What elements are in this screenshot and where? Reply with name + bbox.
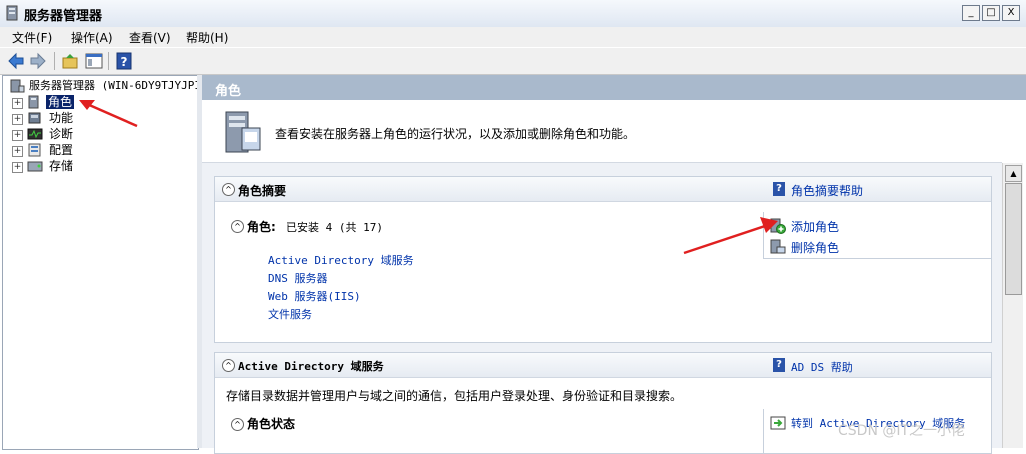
menu-help[interactable]: 帮助(H)	[186, 29, 228, 46]
roles-summary-title: 角色摘要	[238, 184, 287, 198]
collapse-icon[interactable]: ^	[231, 418, 244, 431]
roles-icon	[28, 95, 39, 109]
title-bar: 服务器管理器 _ □ X	[0, 0, 1026, 28]
tree-item-roles-label: 角色	[46, 95, 75, 109]
close-button[interactable]: X	[1002, 5, 1020, 21]
forward-arrow-icon[interactable]	[28, 51, 48, 71]
tree-item-configuration[interactable]: 配置	[49, 142, 73, 158]
annotation-arrow	[79, 100, 138, 128]
show-hide-console-tree-icon[interactable]	[84, 51, 104, 71]
configuration-icon	[28, 143, 41, 157]
role-status-label: 角色状态	[247, 417, 296, 431]
scroll-thumb[interactable]	[1005, 183, 1022, 295]
menu-action[interactable]: 操作(A)	[71, 29, 113, 46]
tree-item-roles[interactable]: 角色	[46, 94, 75, 110]
expand-toggle[interactable]: +	[12, 114, 23, 125]
roles-summary-help-link[interactable]: 角色摘要帮助	[791, 182, 863, 199]
add-role-link[interactable]: 添加角色	[791, 218, 839, 235]
tree-item-diagnostics[interactable]: 诊断	[49, 126, 73, 142]
ad-ds-help-link[interactable]: AD DS 帮助	[791, 359, 853, 375]
vertical-scrollbar[interactable]: ▲	[1002, 163, 1023, 448]
intro-text: 查看安装在服务器上角色的运行状况，以及添加或删除角色和功能。	[275, 127, 636, 141]
up-folder-icon[interactable]	[60, 51, 80, 71]
roles-summary-header: ^ 角色摘要 ? 角色摘要帮助	[215, 177, 991, 202]
menu-view[interactable]: 查看(V)	[129, 29, 171, 46]
help-icon: ?	[773, 182, 785, 196]
scroll-up-arrow-icon[interactable]: ▲	[1005, 165, 1022, 182]
diagnostics-icon	[27, 128, 43, 140]
expand-toggle[interactable]: +	[12, 146, 23, 157]
server-manager-icon	[6, 5, 18, 21]
roles-summary-panel: ^ 角色摘要 ? 角色摘要帮助 ^ 角色: 已安装 4 (共 17) Activ…	[214, 176, 992, 343]
expand-toggle[interactable]: +	[12, 162, 23, 173]
ad-ds-description: 存储目录数据并管理用户与域之间的通信，包括用户登录处理、身份验证和目录搜索。	[226, 389, 683, 403]
role-link[interactable]: DNS 服务器	[268, 270, 328, 286]
expand-toggle[interactable]: +	[12, 130, 23, 141]
help-icon: ?	[773, 358, 785, 372]
role-link[interactable]: 文件服务	[268, 306, 312, 322]
intro-section: 查看安装在服务器上角色的运行状况，以及添加或删除角色和功能。	[202, 100, 1002, 163]
collapse-icon[interactable]: ^	[231, 220, 244, 233]
menu-bar: 文件(F) 操作(A) 查看(V) 帮助(H)	[0, 27, 1026, 47]
roles-actions: 添加角色 删除角色	[763, 212, 991, 259]
maximize-button[interactable]: □	[982, 5, 1000, 21]
storage-icon	[27, 161, 43, 172]
roles-label: 角色:	[247, 220, 276, 234]
content-area: ^ 角色摘要 ? 角色摘要帮助 ^ 角色: 已安装 4 (共 17) Activ…	[202, 163, 1002, 454]
back-arrow-icon[interactable]	[6, 51, 26, 71]
minimize-button[interactable]: _	[962, 5, 980, 21]
results-header: 角色	[202, 75, 1026, 100]
expand-toggle[interactable]: +	[12, 98, 23, 109]
menu-file[interactable]: 文件(F)	[12, 29, 52, 46]
toolbar: ?	[0, 48, 1026, 75]
help-icon[interactable]: ?	[114, 51, 134, 71]
tree-root[interactable]: 服务器管理器 (WIN-6DY9TJYJPI	[29, 78, 198, 94]
tree-item-features[interactable]: 功能	[49, 110, 73, 126]
window-title: 服务器管理器	[24, 9, 103, 24]
watermark: CSDN @IT之一小佬	[838, 423, 966, 439]
role-link[interactable]: Active Directory 域服务	[268, 252, 414, 268]
ad-ds-header: ^ Active Directory 域服务 ? AD DS 帮助	[215, 353, 991, 378]
remove-role-link[interactable]: 删除角色	[791, 239, 839, 256]
console-tree: 服务器管理器 (WIN-6DY9TJYJPI + 角色 + 功能 + 诊断 + …	[2, 75, 199, 450]
server-manager-icon	[10, 79, 25, 93]
svg-text:?: ?	[121, 55, 128, 69]
features-icon	[28, 112, 41, 124]
role-link[interactable]: Web 服务器(IIS)	[268, 288, 361, 304]
roles-installed-count: 已安装 4 (共 17)	[286, 221, 383, 234]
ad-ds-title: Active Directory 域服务	[238, 360, 384, 373]
annotation-arrow	[683, 217, 778, 255]
results-header-title: 角色	[215, 84, 242, 99]
tree-item-storage[interactable]: 存储	[49, 158, 73, 174]
collapse-icon[interactable]: ^	[222, 359, 235, 372]
goto-icon	[770, 416, 786, 430]
server-roles-icon	[225, 111, 261, 153]
collapse-icon[interactable]: ^	[222, 183, 235, 196]
